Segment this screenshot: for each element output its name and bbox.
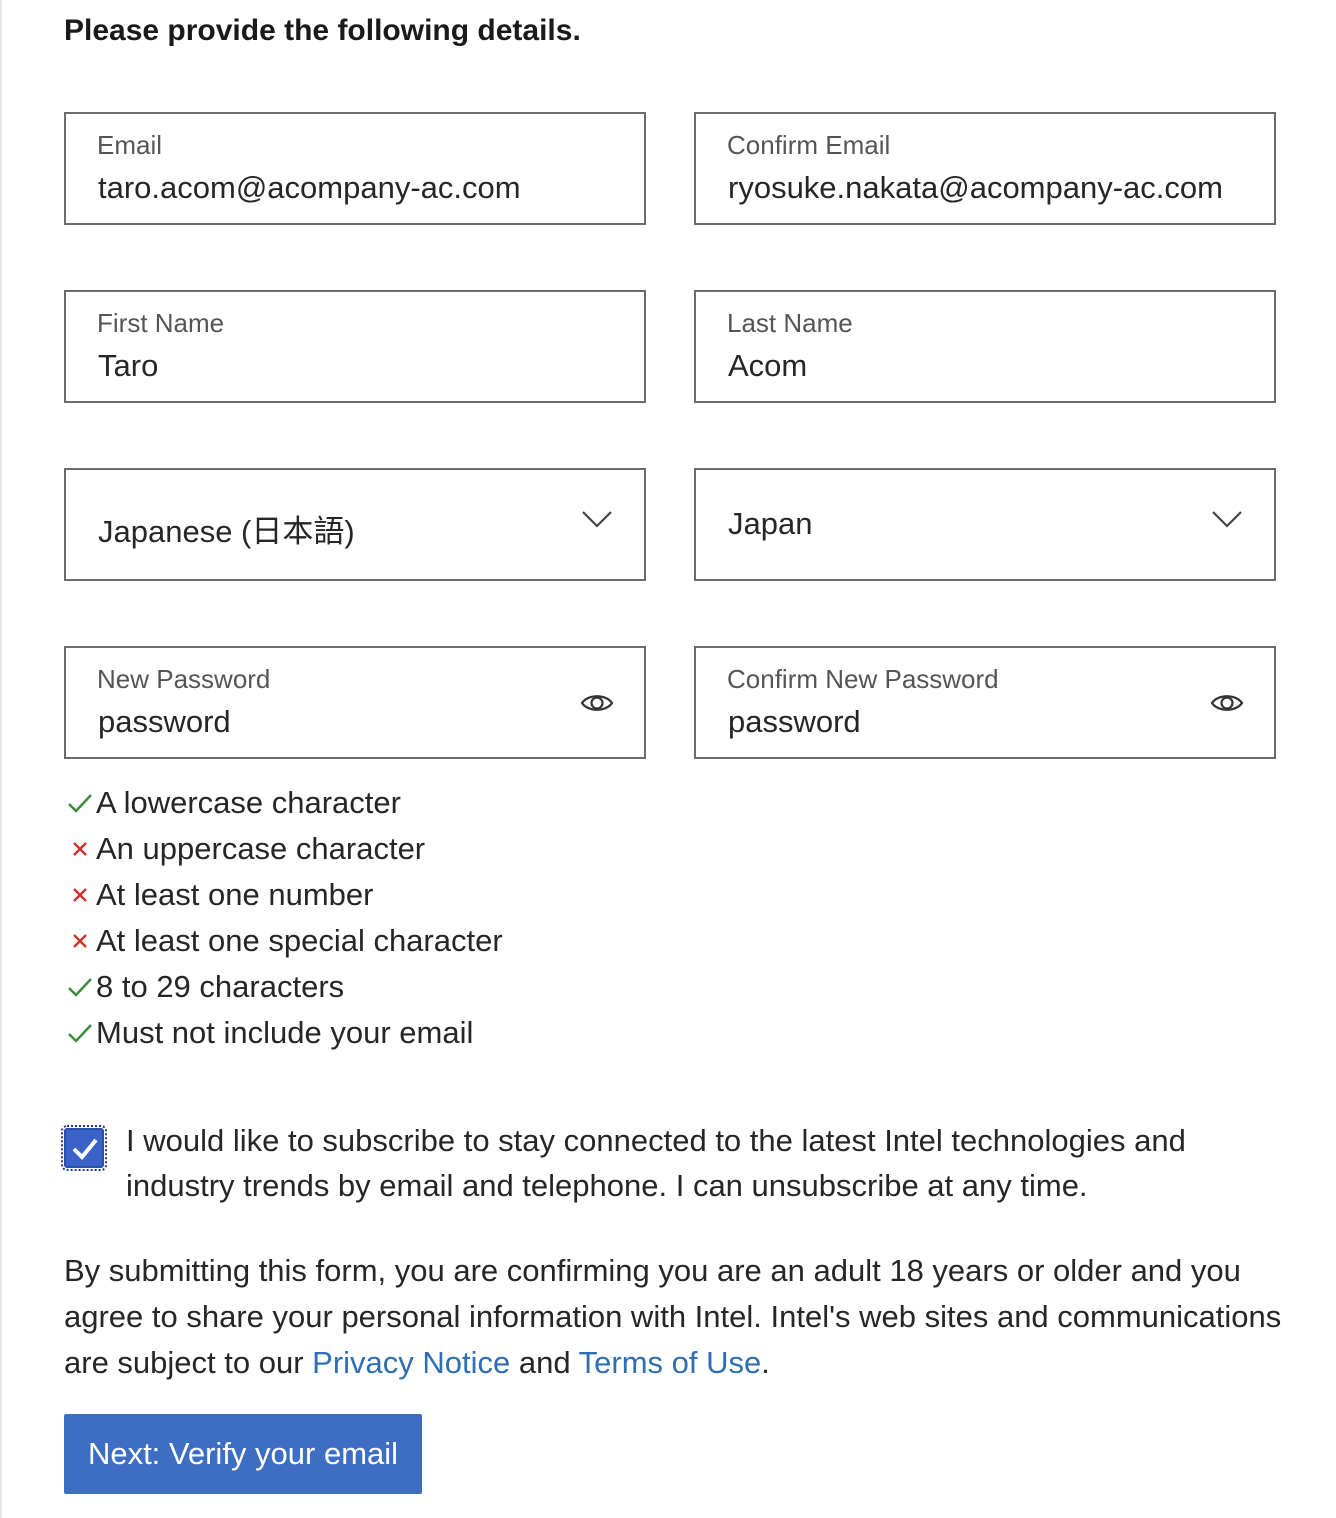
next-verify-email-button[interactable]: Next: Verify your email xyxy=(64,1414,422,1494)
cross-icon xyxy=(73,842,87,856)
new-password-field[interactable]: New Password password xyxy=(64,646,646,759)
cross-icon xyxy=(73,934,87,948)
password-rule-text: At least one special character xyxy=(96,923,503,958)
first-name-field[interactable]: First Name Taro xyxy=(64,290,646,403)
confirm-email-value[interactable]: ryosuke.nakata@acompany-ac.com xyxy=(728,170,1223,206)
legal-notice: By submitting this form, you are confirm… xyxy=(64,1248,1284,1386)
legal-end-text: . xyxy=(761,1345,770,1380)
password-rule-text: A lowercase character xyxy=(96,785,401,820)
confirm-email-label: Confirm Email xyxy=(727,130,891,160)
language-selected-value: Japanese (日本語) xyxy=(98,514,355,549)
email-label: Email xyxy=(97,130,163,160)
password-rule: At least one special character xyxy=(66,918,503,964)
first-name-label: First Name xyxy=(97,308,225,338)
language-select[interactable]: Japanese (日本語) xyxy=(64,468,646,581)
checkmark-icon xyxy=(72,1138,98,1160)
password-requirements-list: A lowercase character An uppercase chara… xyxy=(66,780,503,1056)
subscribe-checkbox[interactable] xyxy=(61,1125,107,1171)
last-name-value[interactable]: Acom xyxy=(728,348,807,384)
confirm-email-field[interactable]: Confirm Email ryosuke.nakata@acompany-ac… xyxy=(694,112,1276,225)
eye-icon[interactable] xyxy=(580,686,614,720)
last-name-field[interactable]: Last Name Acom xyxy=(694,290,1276,403)
checkmark-icon xyxy=(68,794,92,813)
password-rule: 8 to 29 characters xyxy=(66,964,503,1010)
form-heading: Please provide the following details. xyxy=(64,14,581,47)
privacy-notice-link[interactable]: Privacy Notice xyxy=(312,1345,510,1380)
password-rule: A lowercase character xyxy=(66,780,503,826)
legal-and-text: and xyxy=(510,1345,579,1380)
eye-icon[interactable] xyxy=(1210,686,1244,720)
checkmark-icon xyxy=(68,1024,92,1043)
chevron-down-icon[interactable] xyxy=(580,504,614,534)
password-rule-text: An uppercase character xyxy=(96,831,426,866)
country-select[interactable]: Japan xyxy=(694,468,1276,581)
password-rule: Must not include your email xyxy=(66,1010,503,1056)
confirm-password-field[interactable]: Confirm New Password password xyxy=(694,646,1276,759)
first-name-value[interactable]: Taro xyxy=(98,348,158,384)
password-rule-text: Must not include your email xyxy=(96,1015,474,1050)
terms-of-use-link[interactable]: Terms of Use xyxy=(579,1345,762,1380)
new-password-value[interactable]: password xyxy=(98,704,231,740)
password-rule-text: At least one number xyxy=(96,877,374,912)
checkmark-icon xyxy=(68,978,92,997)
password-rule: An uppercase character xyxy=(66,826,503,872)
last-name-label: Last Name xyxy=(727,308,853,338)
email-field[interactable]: Email taro.acom@acompany-ac.com xyxy=(64,112,646,225)
chevron-down-icon[interactable] xyxy=(1210,504,1244,534)
country-selected-value: Japan xyxy=(728,506,813,541)
email-value[interactable]: taro.acom@acompany-ac.com xyxy=(98,170,521,206)
new-password-label: New Password xyxy=(97,664,271,694)
subscribe-label[interactable]: I would like to subscribe to stay connec… xyxy=(126,1118,1276,1208)
cross-icon xyxy=(73,888,87,902)
password-rule: At least one number xyxy=(66,872,503,918)
page-left-border xyxy=(0,0,2,1518)
confirm-password-value[interactable]: password xyxy=(728,704,861,740)
password-rule-text: 8 to 29 characters xyxy=(96,969,345,1004)
confirm-password-label: Confirm New Password xyxy=(727,664,999,694)
